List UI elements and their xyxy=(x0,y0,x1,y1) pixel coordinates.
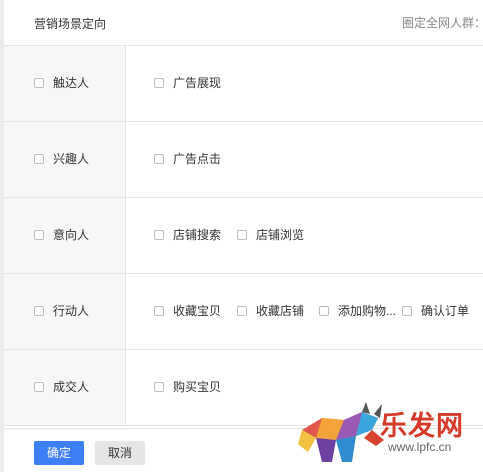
targeting-row-reach: 触达人 广告展现 xyxy=(4,46,483,122)
watermark-url: www.lpfc.cn xyxy=(388,440,452,454)
checkbox-box[interactable] xyxy=(402,305,412,316)
row-label-cell: 意向人 xyxy=(4,198,126,273)
checkbox-box[interactable] xyxy=(154,381,164,392)
site-watermark: 乐发网 www.lpfc.cn xyxy=(292,400,482,468)
option-label: 店铺搜索 xyxy=(173,228,222,242)
checkbox-store-browse[interactable]: 店铺浏览 xyxy=(237,228,304,242)
option-label: 广告点击 xyxy=(173,152,222,166)
row-label: 成交人 xyxy=(53,380,90,394)
option-label: 收藏宝贝 xyxy=(173,304,222,318)
checkbox-box[interactable] xyxy=(34,305,44,316)
checkbox-favorite-item[interactable]: 收藏宝贝 xyxy=(154,304,221,318)
checkbox-purchase[interactable]: 成交人 xyxy=(34,380,89,394)
checkbox-reach[interactable]: 触达人 xyxy=(34,76,89,90)
checkbox-box[interactable] xyxy=(34,381,44,392)
checkbox-box[interactable] xyxy=(154,153,164,164)
watermark-text: 乐发网 xyxy=(380,411,464,442)
checkbox-intent[interactable]: 意向人 xyxy=(34,228,89,242)
checkbox-store-search[interactable]: 店铺搜索 xyxy=(154,228,221,242)
checkbox-confirm-order[interactable]: 确认订单 xyxy=(402,304,469,318)
checkbox-ad-impression[interactable]: 广告展现 xyxy=(154,76,221,90)
dialog-title: 营销场景定向 xyxy=(34,17,107,31)
option-label: 添加购物... xyxy=(338,304,397,318)
option-label: 店铺浏览 xyxy=(256,228,305,242)
checkbox-favorite-store[interactable]: 收藏店铺 xyxy=(237,304,304,318)
checkbox-box[interactable] xyxy=(34,229,44,240)
checkbox-ad-click[interactable]: 广告点击 xyxy=(154,152,221,166)
checkbox-box[interactable] xyxy=(34,153,44,164)
option-label: 购买宝贝 xyxy=(173,380,222,394)
checkbox-box[interactable] xyxy=(154,77,164,88)
confirm-button[interactable]: 确定 xyxy=(34,441,84,465)
cancel-button[interactable]: 取消 xyxy=(95,441,145,465)
row-label: 触达人 xyxy=(53,76,90,90)
targeting-row-action: 行动人 收藏宝贝 收藏店铺 添加购物... 确认订单 xyxy=(4,274,483,350)
option-label: 广告展现 xyxy=(173,76,222,90)
row-label: 意向人 xyxy=(53,228,90,242)
row-label-cell: 触达人 xyxy=(4,46,126,121)
checkbox-box[interactable] xyxy=(34,77,44,88)
checkbox-box[interactable] xyxy=(154,229,164,240)
option-label: 收藏店铺 xyxy=(256,304,305,318)
row-label: 兴趣人 xyxy=(53,152,90,166)
dialog-header: 营销场景定向 圈定全网人群： xyxy=(4,0,483,46)
targeting-row-interest: 兴趣人 广告点击 xyxy=(4,122,483,198)
checkbox-action[interactable]: 行动人 xyxy=(34,304,89,318)
checkbox-interest[interactable]: 兴趣人 xyxy=(34,152,89,166)
checkbox-box[interactable] xyxy=(319,305,329,316)
checkbox-box[interactable] xyxy=(154,305,164,316)
audience-scope-label: 圈定全网人群： xyxy=(402,16,483,30)
row-label-cell: 行动人 xyxy=(4,274,126,349)
checkbox-add-to-cart[interactable]: 添加购物... xyxy=(319,304,396,318)
row-label-cell: 成交人 xyxy=(4,350,126,425)
checkbox-box[interactable] xyxy=(237,229,247,240)
row-label: 行动人 xyxy=(53,304,90,318)
checkbox-buy-item[interactable]: 购买宝贝 xyxy=(154,380,221,394)
bull-logo-icon xyxy=(298,402,384,462)
targeting-row-intent: 意向人 店铺搜索 店铺浏览 xyxy=(4,198,483,274)
option-label: 确认订单 xyxy=(421,304,470,318)
checkbox-box[interactable] xyxy=(237,305,247,316)
row-label-cell: 兴趣人 xyxy=(4,122,126,197)
